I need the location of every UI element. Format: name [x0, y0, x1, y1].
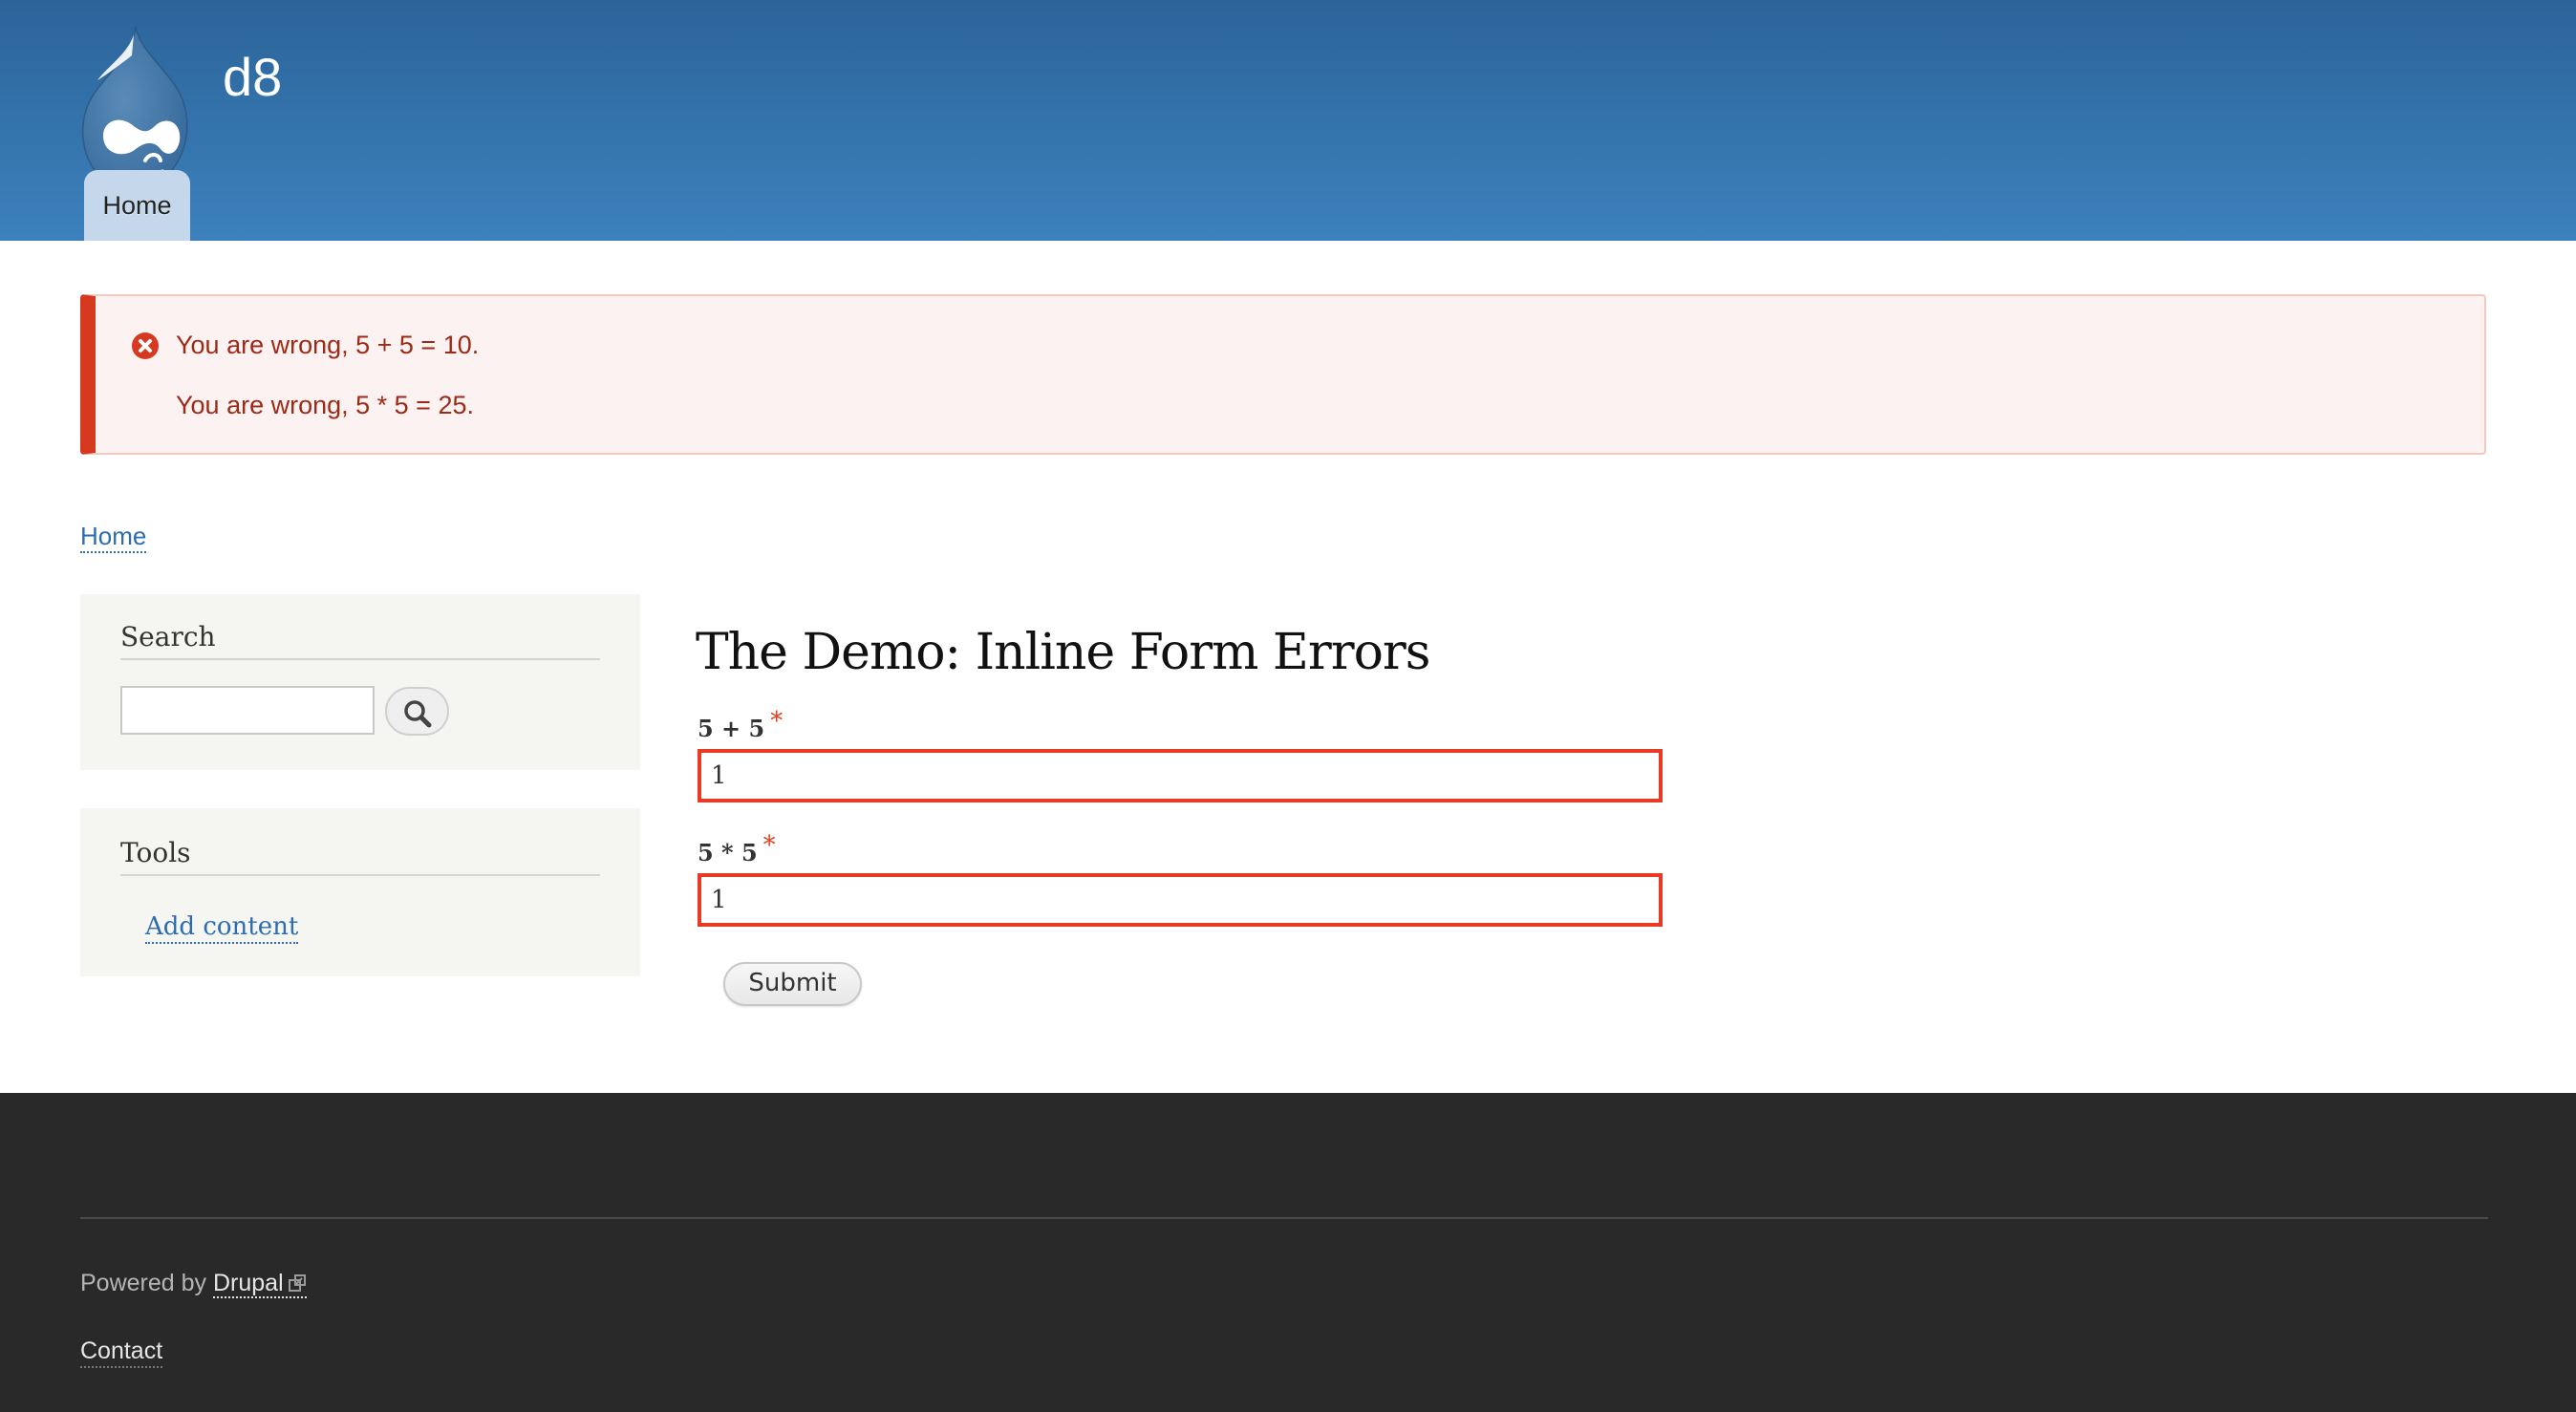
field-label-product: 5 * 5 * [698, 831, 776, 867]
breadcrumb-home[interactable]: Home [80, 521, 147, 553]
site-name[interactable]: d8 [223, 44, 282, 111]
site-header: d8 Home [0, 0, 2576, 241]
search-block-title: Search [120, 621, 600, 660]
search-input[interactable] [120, 686, 375, 735]
error-message: You are wrong, 5 * 5 = 25. [176, 391, 474, 419]
error-messages: You are wrong, 5 + 5 = 10. You are wrong… [80, 294, 2486, 455]
error-message: You are wrong, 5 + 5 = 10. [176, 331, 480, 359]
required-marker: * [762, 831, 776, 860]
add-content-link[interactable]: Add content [145, 911, 299, 944]
field-label-text: 5 * 5 [698, 839, 758, 866]
page-title: The Demo: Inline Form Errors [696, 624, 1430, 681]
drupal-logo-icon[interactable] [78, 21, 193, 193]
tools-block: Tools Add content [80, 808, 640, 976]
submit-button[interactable]: Submit [723, 962, 862, 1006]
powered-by-text: Powered by [80, 1270, 207, 1296]
drupal-link[interactable]: Drupal [212, 1270, 307, 1298]
search-button[interactable] [385, 687, 449, 736]
field-label-sum: 5 + 5 * [698, 707, 783, 743]
product-input[interactable] [698, 873, 1663, 927]
nav-tab-home[interactable]: Home [84, 170, 190, 241]
sum-input[interactable] [698, 749, 1663, 802]
required-marker: * [770, 707, 784, 736]
contact-link[interactable]: Contact [80, 1336, 163, 1368]
error-x-circle-icon [132, 332, 159, 359]
search-block: Search [80, 594, 640, 770]
external-link-icon [288, 1274, 306, 1292]
footer-divider [80, 1217, 2488, 1219]
tools-block-title: Tools [120, 837, 600, 876]
field-label-text: 5 + 5 [698, 715, 765, 742]
site-footer: Powered by Drupal Contact [0, 1093, 2576, 1412]
drupal-link-text[interactable]: Drupal [213, 1270, 284, 1296]
powered-by: Powered by Drupal [80, 1268, 307, 1298]
magnifier-icon [404, 700, 432, 728]
